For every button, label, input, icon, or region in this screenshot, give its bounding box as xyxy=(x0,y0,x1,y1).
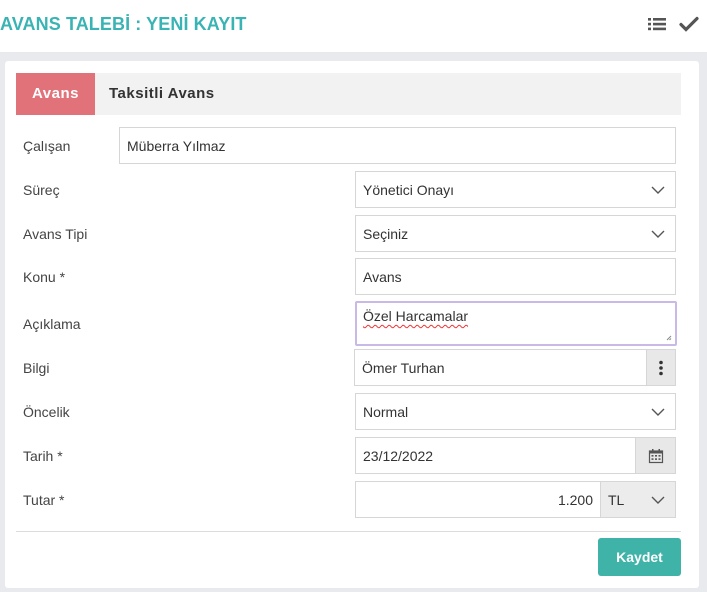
tab-bar: Avans Taksitli Avans xyxy=(16,73,681,115)
row-amount: Tutar * 1.200 TL xyxy=(16,481,681,519)
info-label: Bilgi xyxy=(23,360,50,376)
chevron-down-icon xyxy=(651,230,665,238)
check-icon[interactable] xyxy=(679,14,699,34)
row-subject: Konu * Avans xyxy=(16,258,681,296)
advance-type-select[interactable]: Seçiniz xyxy=(355,215,676,252)
kebab-icon xyxy=(659,360,663,375)
description-textarea[interactable]: Özel Harcamalar xyxy=(355,301,677,346)
process-value: Yönetici Onayı xyxy=(363,181,455,198)
subject-label: Konu * xyxy=(23,269,66,285)
amount-label: Tutar * xyxy=(23,492,65,508)
process-select[interactable]: Yönetici Onayı xyxy=(355,171,676,208)
info-input[interactable]: Ömer Turhan xyxy=(354,349,647,386)
list-icon[interactable] xyxy=(647,14,667,34)
date-input[interactable]: 23/12/2022 xyxy=(355,437,637,474)
row-description: Açıklama Özel Harcamalar xyxy=(16,301,681,346)
currency-select[interactable]: TL xyxy=(600,481,676,518)
chevron-down-icon xyxy=(651,408,665,416)
divider xyxy=(16,531,681,532)
page-title: AVANS TALEBİ : YENİ KAYIT xyxy=(0,14,247,34)
priority-value: Normal xyxy=(363,403,409,420)
chevron-down-icon xyxy=(651,186,665,194)
priority-select[interactable]: Normal xyxy=(355,393,676,430)
row-process: Süreç Yönetici Onayı xyxy=(16,171,681,209)
row-date: Tarih * 23/12/2022 xyxy=(16,437,681,475)
row-advance-type: Avans Tipi Seçiniz xyxy=(16,215,681,253)
process-label: Süreç xyxy=(23,182,60,198)
currency-value: TL xyxy=(608,491,625,508)
page-header: AVANS TALEBİ : YENİ KAYIT xyxy=(0,0,707,52)
info-more-button[interactable] xyxy=(646,349,676,386)
date-label: Tarih * xyxy=(23,448,63,464)
priority-label: Öncelik xyxy=(23,404,70,420)
amount-input[interactable]: 1.200 xyxy=(355,481,601,518)
date-picker-button[interactable] xyxy=(635,437,676,474)
subject-input[interactable]: Avans xyxy=(355,258,676,295)
row-employee: Çalışan Müberra Yılmaz xyxy=(16,127,681,165)
employee-label: Çalışan xyxy=(23,138,71,154)
row-info: Bilgi Ömer Turhan xyxy=(16,349,681,387)
advance-type-label: Avans Tipi xyxy=(23,226,88,242)
description-label: Açıklama xyxy=(23,315,81,332)
tab-avans[interactable]: Avans xyxy=(16,73,95,115)
form-card: Avans Taksitli Avans Çalışan Müberra Yıl… xyxy=(5,61,699,588)
employee-input[interactable]: Müberra Yılmaz xyxy=(119,127,676,164)
calendar-icon xyxy=(648,448,663,463)
save-button[interactable]: Kaydet xyxy=(598,538,681,576)
advance-type-value: Seçiniz xyxy=(363,225,409,242)
chevron-down-icon xyxy=(651,496,665,504)
description-text: Özel Harcamalar xyxy=(363,308,469,324)
header-actions xyxy=(647,14,699,34)
resize-handle-icon[interactable] xyxy=(666,335,672,341)
tab-taksitli-avans[interactable]: Taksitli Avans xyxy=(95,73,229,115)
row-priority: Öncelik Normal xyxy=(16,393,681,431)
